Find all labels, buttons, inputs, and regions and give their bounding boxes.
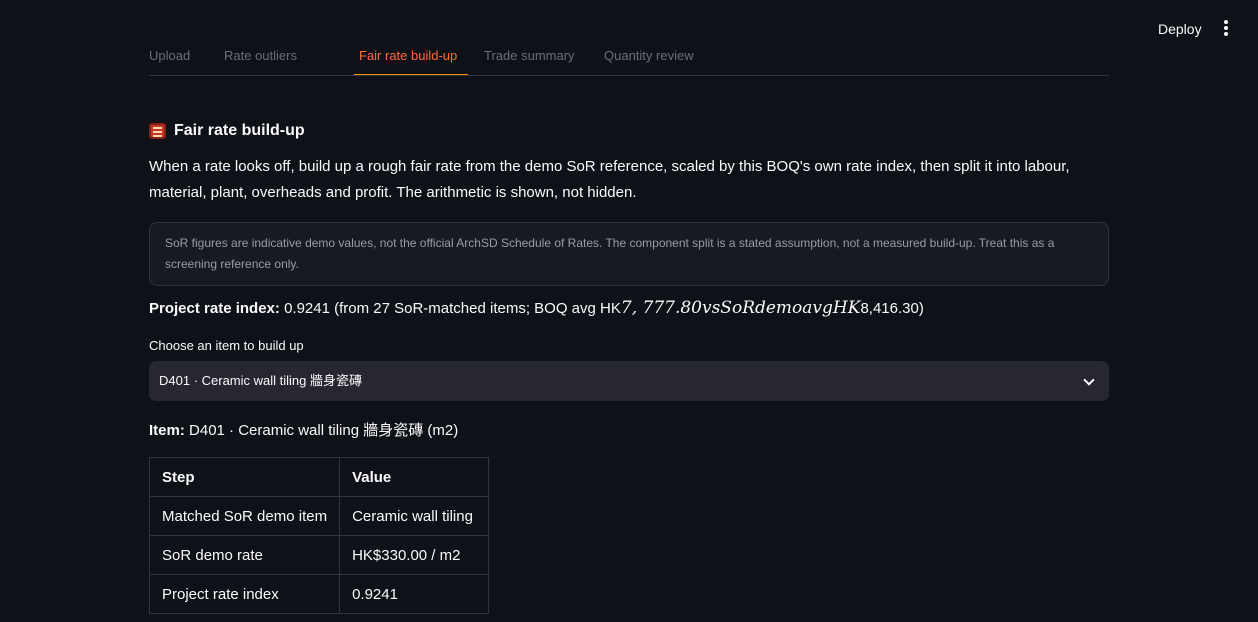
table-cell: 0.9241 [339, 574, 490, 614]
rate-index-prefix: 0.9241 (from 27 SoR-matched items; BOQ a… [284, 300, 621, 317]
tab-rate-outliers[interactable]: Rate outliers [224, 48, 297, 68]
project-rate-index: Project rate index: 0.9241 (from 27 SoR-… [149, 298, 1109, 320]
tab-fair-rate-build-up[interactable]: Fair rate build-up [359, 48, 457, 68]
tab-upload[interactable]: Upload [149, 48, 190, 68]
active-tab-indicator [354, 74, 468, 75]
item-value: D401 · Ceramic wall tiling 牆身瓷磚 (m2) [189, 422, 459, 439]
chevron-down-icon [1083, 374, 1095, 386]
rate-index-label: Project rate index: [149, 300, 280, 317]
table-cell: SoR demo rate [148, 535, 341, 575]
kebab-menu-icon[interactable] [1219, 20, 1233, 40]
table-cell: Matched SoR demo item [148, 496, 341, 536]
table-row: Matched SoR demo item Ceramic wall tilin… [148, 496, 490, 536]
tab-trade-summary[interactable]: Trade summary [484, 48, 575, 68]
abacus-icon [149, 123, 166, 139]
section-description: When a rate looks off, build up a rough … [149, 158, 1070, 201]
tab-bar: Upload Rate outliers Fair rate build-up … [149, 40, 1109, 76]
table-cell: HK$330.00 / m2 [339, 535, 490, 575]
section-heading: Fair rate build-up [149, 118, 1109, 144]
item-label: Item: [149, 422, 185, 439]
tab-quantity-review[interactable]: Quantity review [604, 48, 694, 68]
deploy-button[interactable]: Deploy [1148, 19, 1212, 39]
rate-index-math-text: 7, 777.80vsSoRdemoavgHK [620, 298, 861, 318]
item-picker-label: Choose an item to build up [149, 338, 304, 353]
main-content: Fair rate build-up When a rate looks off… [148, 118, 1109, 614]
item-select-value: D401 · Ceramic wall tiling 牆身瓷磚 [159, 373, 362, 388]
column-header-step: Step [148, 457, 341, 497]
table-row: SoR demo rate HK$330.00 / m2 [148, 535, 490, 575]
build-up-table: Step Value Matched SoR demo item Ceramic… [148, 457, 490, 614]
table-row: Project rate index 0.9241 [148, 574, 490, 614]
rate-index-suffix: 8,416.30) [860, 300, 924, 317]
info-notice: SoR figures are indicative demo values, … [149, 222, 1109, 286]
column-header-value: Value [339, 457, 490, 497]
table-cell: Project rate index [148, 574, 341, 614]
table-cell: Ceramic wall tiling [339, 496, 490, 536]
section-title: Fair rate build-up [174, 122, 305, 139]
item-summary: Item: D401 · Ceramic wall tiling 牆身瓷磚 (m… [149, 419, 1109, 441]
item-select[interactable]: D401 · Ceramic wall tiling 牆身瓷磚 [149, 361, 1109, 401]
table-header-row: Step Value [148, 457, 490, 497]
